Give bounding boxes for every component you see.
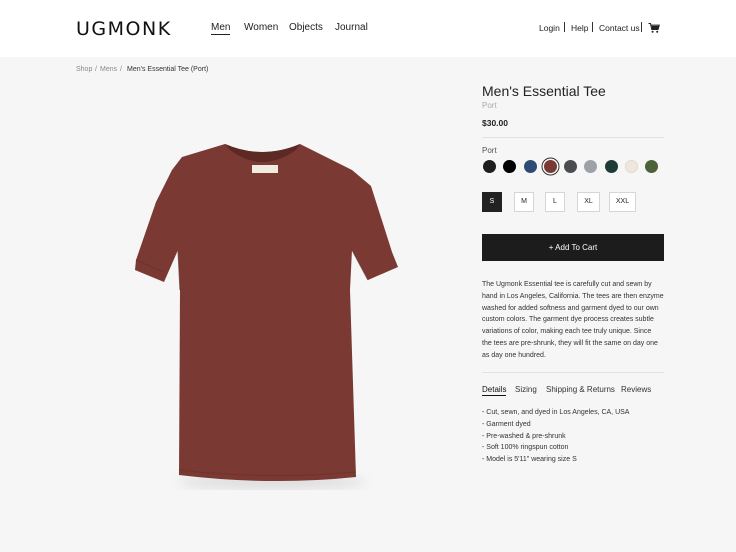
description-line: as day one hundred. [482,351,546,359]
details-list: - Cut, sewn, and dyed in Los Angeles, CA… [482,407,629,466]
breadcrumb-separator: / [95,66,97,73]
brand-logo[interactable]: UGMONK [76,18,172,40]
product-price: $30.00 [482,118,508,128]
help-link[interactable]: Help [571,23,588,33]
divider [592,22,593,32]
breadcrumb-separator: / [120,66,122,73]
product-title: Men's Essential Tee [482,83,606,99]
divider [641,22,642,32]
breadcrumb-shop[interactable]: Shop [76,66,92,73]
nav-women[interactable]: Women [244,22,278,33]
color-swatch[interactable] [605,160,618,173]
tab-shipping-returns[interactable]: Shipping & Returns [546,385,615,394]
contact-link[interactable]: Contact us [599,23,640,33]
tab-sizing[interactable]: Sizing [515,385,537,394]
add-to-cart-button[interactable]: + Add To Cart [482,234,664,261]
list-item: - Garment dyed [482,420,531,428]
size-m-button[interactable]: M [514,192,534,212]
tab-reviews[interactable]: Reviews [621,385,651,394]
size-xl-button[interactable]: XL [577,192,600,212]
color-swatch[interactable] [584,160,597,173]
description-line: hand in Los Angeles, California. The tee… [482,292,664,300]
color-swatch-selected[interactable] [544,160,557,173]
color-label: Port [482,146,497,155]
product-image [135,144,398,488]
divider [482,137,664,138]
description-line: variations of color, making each tee tru… [482,328,652,336]
list-item: - Model is 5'11" wearing size S [482,456,577,464]
color-swatch[interactable] [645,160,658,173]
breadcrumb-current: Men's Essential Tee (Port) [127,66,209,73]
divider [564,22,565,32]
description-line: custom colors. The garment dye process c… [482,316,654,324]
color-swatch[interactable] [483,160,496,173]
description-line: The Ugmonk Essential tee is carefully cu… [482,281,652,288]
description-line: washed for added softness and garment dy… [482,304,659,312]
nav-journal[interactable]: Journal [335,22,368,33]
size-s-button[interactable]: S [482,192,502,212]
divider [482,372,664,373]
color-swatch[interactable] [524,160,537,173]
nav-objects[interactable]: Objects [289,22,323,33]
neck-label [252,165,278,173]
list-item: - Cut, sewn, and dyed in Los Angeles, CA… [482,409,630,416]
product-color-name: Port [482,101,497,110]
size-xxl-button[interactable]: XXL [609,192,636,212]
tshirt-body [135,144,398,482]
site-header: UGMONK Men Women Objects Journal Login H… [0,0,736,57]
tab-details[interactable]: Details [482,385,507,396]
color-swatch[interactable] [564,160,577,173]
breadcrumb-mens[interactable]: Mens [100,66,117,73]
size-l-button[interactable]: L [545,192,565,212]
product-description: The Ugmonk Essential tee is carefully cu… [482,279,666,362]
color-swatch[interactable] [503,160,516,173]
color-swatch[interactable] [625,160,638,173]
login-link[interactable]: Login [539,23,560,33]
cart-icon[interactable] [648,22,660,34]
description-line: the tees are pre-shrunk, they will fit t… [482,339,658,347]
list-item: - Soft 100% ringspun cotton [482,444,569,452]
list-item: - Pre-washed & pre-shrunk [482,432,566,440]
nav-men[interactable]: Men [211,22,231,35]
